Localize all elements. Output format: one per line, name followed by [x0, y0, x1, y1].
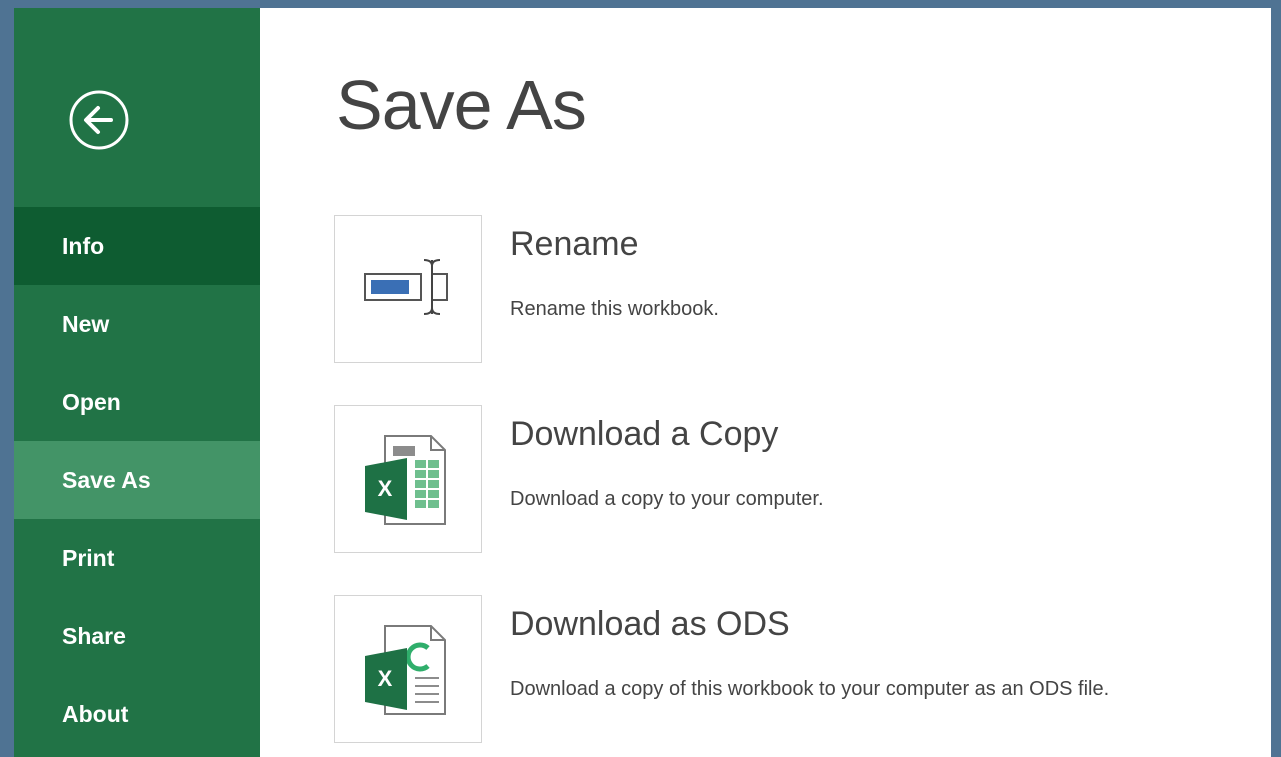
excel-ods-icon: X — [365, 625, 446, 715]
download-ods-option[interactable]: X Download as ODS Download a copy of thi… — [334, 595, 1234, 745]
nav-item-save-as[interactable]: Save As — [14, 441, 260, 519]
rename-tile[interactable] — [334, 215, 482, 363]
svg-text:X: X — [378, 666, 393, 691]
backstage-sidebar: Info New Open Save As Print Share About — [14, 8, 260, 757]
window-frame: Info New Open Save As Print Share About … — [0, 0, 1281, 757]
download-copy-option[interactable]: X Download a Copy Download a copy to you… — [334, 405, 1234, 555]
download-copy-title: Download a Copy — [510, 415, 779, 453]
nav-item-new[interactable]: New — [14, 285, 260, 363]
excel-workbook-icon: X — [365, 435, 446, 525]
rename-description: Rename this workbook. — [510, 298, 719, 320]
rename-icon — [364, 259, 448, 315]
nav-item-info[interactable]: Info — [14, 207, 260, 285]
backstage-nav: Info New Open Save As Print Share About — [14, 207, 260, 753]
main-pane: Save As Rename Rename this workbook. X D… — [260, 8, 1271, 757]
nav-item-share[interactable]: Share — [14, 597, 260, 675]
download-ods-description: Download a copy of this workbook to your… — [510, 678, 1110, 700]
nav-item-print[interactable]: Print — [14, 519, 260, 597]
page-title: Save As — [336, 66, 587, 144]
download-copy-description: Download a copy to your computer. — [510, 488, 824, 510]
nav-item-open[interactable]: Open — [14, 363, 260, 441]
download-ods-tile[interactable]: X — [334, 595, 482, 743]
svg-text:X: X — [378, 476, 393, 501]
rename-title: Rename — [510, 225, 639, 263]
download-ods-title: Download as ODS — [510, 605, 790, 643]
rename-option[interactable]: Rename Rename this workbook. — [334, 215, 1234, 365]
download-copy-tile[interactable]: X — [334, 405, 482, 553]
nav-item-about[interactable]: About — [14, 675, 260, 753]
back-arrow-icon — [69, 90, 129, 150]
back-button[interactable] — [67, 88, 131, 152]
